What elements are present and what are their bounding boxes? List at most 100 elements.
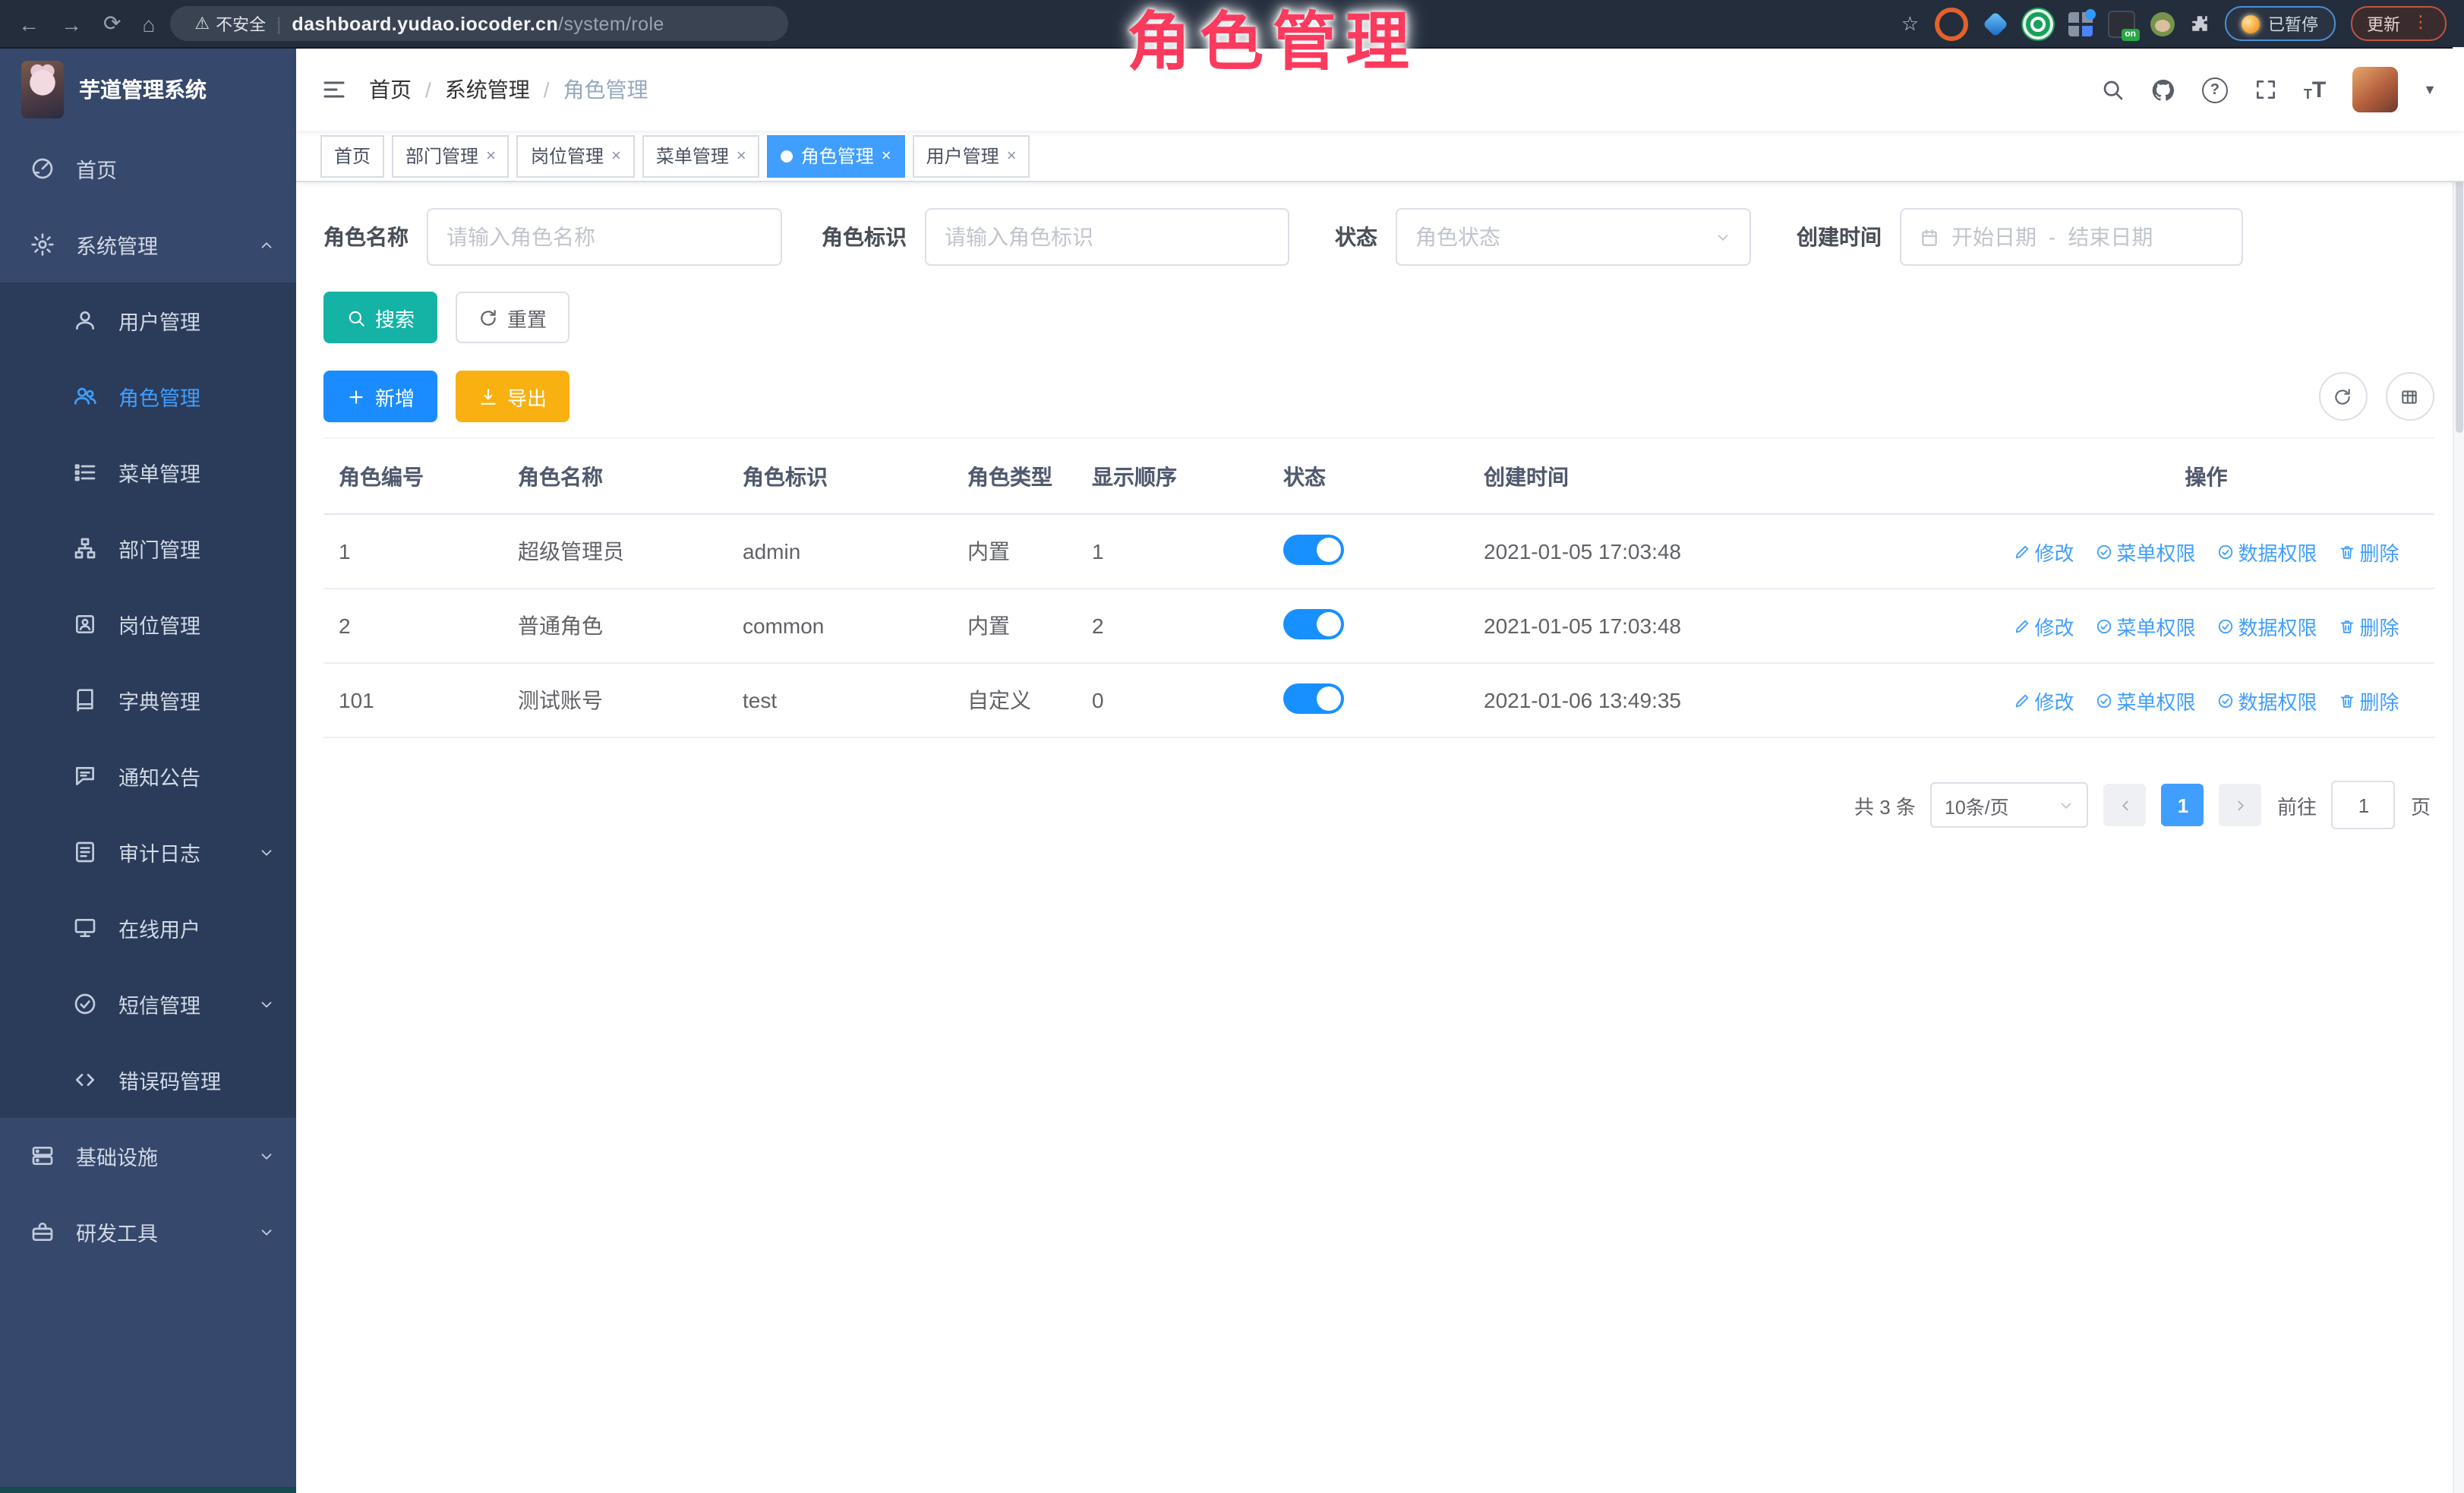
refresh-table-button[interactable]	[2318, 372, 2367, 421]
profile-paused-button[interactable]: 已暂停	[2224, 6, 2335, 41]
fullscreen-icon[interactable]	[2254, 77, 2278, 102]
app-title: 芋道管理系统	[79, 74, 207, 105]
date-range-picker[interactable]: 开始日期 - 结束日期	[1900, 208, 2243, 266]
sidebar-item-departments[interactable]: 部门管理	[0, 510, 296, 586]
cell-role-name: 测试账号	[503, 663, 727, 737]
extension-monkey-icon[interactable]	[2150, 11, 2174, 36]
data-permission-link[interactable]: 数据权限	[2217, 537, 2317, 566]
edit-link[interactable]: 修改	[2013, 686, 2074, 715]
sidebar-item-posts[interactable]: 岗位管理	[0, 586, 296, 662]
search-icon[interactable]	[2100, 77, 2125, 102]
app-logo[interactable]: 芋道管理系统	[0, 49, 296, 131]
check-circle-icon	[2095, 543, 2112, 560]
address-bar[interactable]: ⚠不安全 | dashboard.yudao.iocoder.cn/system…	[170, 6, 788, 41]
data-permission-link[interactable]: 数据权限	[2217, 611, 2317, 640]
status-toggle[interactable]	[1283, 683, 1344, 713]
close-icon[interactable]: ×	[882, 147, 891, 165]
data-permission-link[interactable]: 数据权限	[2217, 686, 2317, 715]
org-icon	[73, 536, 97, 560]
avatar[interactable]	[2352, 67, 2397, 112]
edit-link[interactable]: 修改	[2013, 611, 2074, 640]
close-icon[interactable]: ×	[1007, 147, 1017, 165]
tab-users[interactable]: 用户管理×	[913, 134, 1030, 177]
delete-link[interactable]: 删除	[2339, 686, 2399, 715]
menu-permission-link[interactable]: 菜单权限	[2095, 686, 2195, 715]
col-role-name: 角色名称	[503, 438, 727, 514]
delete-link[interactable]: 删除	[2339, 537, 2399, 566]
edit-link[interactable]: 修改	[2013, 537, 2074, 566]
roles-table: 角色编号 角色名称 角色标识 角色类型 显示顺序 状态 创建时间 操作 1	[323, 437, 2434, 738]
chrome-update-button[interactable]: 更新⋮	[2350, 6, 2446, 41]
cell-created: 2021-01-06 13:49:35	[1469, 663, 1979, 737]
prev-page-button[interactable]	[2104, 784, 2147, 826]
tab-posts[interactable]: 岗位管理×	[517, 134, 635, 177]
home-icon[interactable]: ⌂	[142, 11, 155, 36]
extension-gem-icon[interactable]	[1982, 11, 2008, 36]
check-circle-icon	[2095, 692, 2112, 709]
status-select[interactable]: 角色状态	[1396, 208, 1751, 266]
tab-departments[interactable]: 部门管理×	[392, 134, 510, 177]
role-key-input[interactable]: 请输入角色标识	[925, 208, 1289, 266]
end-date-placeholder[interactable]: 结束日期	[2068, 222, 2153, 252]
extension-green-icon[interactable]	[2022, 8, 2052, 39]
sidebar-item-users[interactable]: 用户管理	[0, 283, 296, 358]
page-size-select[interactable]: 10条/页	[1931, 782, 2089, 828]
tab-menus[interactable]: 菜单管理×	[642, 134, 760, 177]
github-icon[interactable]	[2150, 77, 2176, 103]
menu-permission-link[interactable]: 菜单权限	[2095, 537, 2195, 566]
table-header-row: 角色编号 角色名称 角色标识 角色类型 显示顺序 状态 创建时间 操作	[323, 438, 2434, 514]
forward-icon[interactable]: →	[61, 11, 82, 36]
sidebar-item-roles[interactable]: 角色管理	[0, 358, 296, 434]
breadcrumb-home[interactable]: 首页	[369, 74, 412, 105]
tab-roles[interactable]: 角色管理×	[768, 134, 905, 177]
reset-button[interactable]: 重置	[456, 292, 569, 343]
sidebar-item-home[interactable]: 首页	[0, 131, 296, 207]
goto-page-input[interactable]	[2332, 781, 2396, 829]
add-button[interactable]: 新增	[323, 371, 437, 422]
sidebar-item-online-users[interactable]: 在线用户	[0, 890, 296, 966]
font-size-icon[interactable]: TT	[2304, 78, 2326, 101]
sidebar-item-system[interactable]: 系统管理	[0, 207, 296, 283]
export-button[interactable]: 导出	[456, 371, 569, 422]
badge-icon	[73, 612, 97, 636]
sidebar-item-menus[interactable]: 菜单管理	[0, 434, 296, 510]
next-page-button[interactable]	[2219, 784, 2262, 826]
edit-icon	[2013, 692, 2030, 709]
status-toggle[interactable]	[1283, 608, 1344, 639]
close-icon[interactable]: ×	[486, 147, 496, 165]
extensions-puzzle-icon[interactable]	[2189, 14, 2209, 33]
help-icon[interactable]: ?	[2202, 77, 2228, 103]
extension-target-icon[interactable]	[1934, 7, 1967, 40]
role-name-input[interactable]: 请输入角色名称	[427, 208, 782, 266]
sidebar-item-dictionaries[interactable]: 字典管理	[0, 662, 296, 738]
caret-down-icon[interactable]: ▼	[2423, 82, 2437, 97]
reload-icon[interactable]: ⟳	[103, 11, 121, 36]
search-button[interactable]: 搜索	[323, 292, 437, 343]
security-warning[interactable]: ⚠不安全	[194, 11, 266, 36]
menu-permission-link[interactable]: 菜单权限	[2095, 611, 2195, 640]
edit-icon	[2013, 543, 2030, 560]
close-icon[interactable]: ×	[611, 147, 621, 165]
sidebar-item-infrastructure[interactable]: 基础设施	[0, 1118, 296, 1194]
sidebar-item-sms[interactable]: 短信管理	[0, 966, 296, 1042]
bookmark-star-icon[interactable]: ☆	[1901, 11, 1919, 36]
status-toggle[interactable]	[1283, 534, 1344, 564]
extension-dark-icon[interactable]: on	[2107, 10, 2134, 37]
sidebar-item-notices[interactable]: 通知公告	[0, 738, 296, 814]
sidebar-item-error-codes[interactable]: 错误码管理	[0, 1042, 296, 1118]
sidebar-item-audit-logs[interactable]: 审计日志	[0, 814, 296, 890]
start-date-placeholder[interactable]: 开始日期	[1951, 222, 2037, 252]
sidebar-item-dev-tools[interactable]: 研发工具	[0, 1194, 296, 1270]
browser-menu-icon[interactable]: ⋮	[2412, 15, 2429, 32]
chevron-down-icon	[1715, 229, 1731, 245]
collapse-sidebar-button[interactable]	[296, 76, 369, 103]
scrollbar[interactable]	[2452, 47, 2464, 1493]
back-icon[interactable]: ←	[18, 11, 39, 36]
delete-link[interactable]: 删除	[2339, 611, 2399, 640]
extension-grid-icon[interactable]	[2068, 11, 2092, 36]
tab-home[interactable]: 首页	[320, 134, 384, 177]
breadcrumb-system[interactable]: 系统管理	[445, 74, 530, 105]
column-settings-button[interactable]	[2385, 372, 2434, 421]
close-icon[interactable]: ×	[737, 147, 746, 165]
page-number-button[interactable]: 1	[2162, 784, 2204, 826]
